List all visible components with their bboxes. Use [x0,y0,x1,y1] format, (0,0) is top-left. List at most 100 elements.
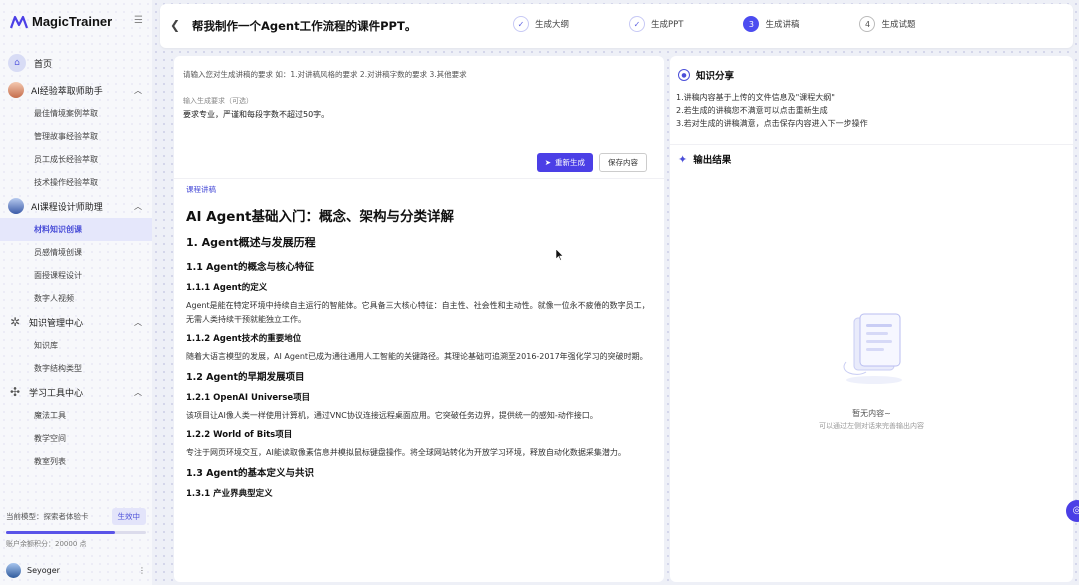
doc-heading: 1. Agent概述与发展历程 [186,236,316,249]
collapse-sidebar-icon[interactable]: ☰ [134,16,144,26]
doc-minor-heading: 1.1.1 Agent的定义 [186,283,268,293]
chevron-up-icon: ︿ [134,387,142,397]
sidebar-item[interactable]: 教室列表 [0,450,152,473]
sidebar-item[interactable]: 员工成长经验萃取 [0,148,152,171]
sidebar-item[interactable]: 魔法工具 [0,404,152,427]
knowledge-output-panel: ● 知识分享 1.讲稿内容基于上传的文件信息及"课程大纲" 2.若生成的讲稿您不… [670,56,1073,582]
doc-paragraph: 专注于网页环境交互，AI能读取像素信息并模拟鼠标键盘操作。将全球网站转化为开放学… [186,448,626,457]
knowledge-tips: 1.讲稿内容基于上传的文件信息及"课程大纲" 2.若生成的讲稿您不满意可以点击重… [676,91,868,130]
chevron-up-icon: ︿ [134,85,142,95]
regenerate-label: 重新生成 [555,158,585,167]
regenerate-button[interactable]: ➤ 重新生成 [536,153,593,172]
mode-status-button[interactable]: 生效中 [111,508,146,525]
knowledge-title: 知识分享 [696,71,735,82]
save-button[interactable]: 保存内容 [599,153,647,172]
sidebar-group-label: AI经验萃取师助手 [31,86,103,97]
editor-actions: ➤ 重新生成 保存内容 [536,153,647,172]
step-label: 生成讲稿 [765,20,800,30]
header: ❮ 帮我制作一个Agent工作流程的课件PPT。 ✓ 生成大纲 ✓ 生成PPT … [160,4,1073,48]
script-editor-card: 请输入您对生成讲稿的要求 如：1.对讲稿风格的要求 2.对讲稿字数的要求 3.其… [174,56,664,582]
send-icon: ➤ [544,158,551,167]
logo-icon [10,15,28,28]
doc-subheading: 1.2 Agent的早期发展项目 [186,372,305,383]
sidebar-item[interactable]: 数字结构类型 [0,357,152,380]
doc-paragraph: 该项目让AI像人类一样使用计算机，通过VNC协议连接远程桌面应用。它突破任务边界… [186,411,598,420]
sidebar-group-knowledge[interactable]: ✲ 知识管理中心 ︿ [0,310,152,334]
step-outline[interactable]: ✓ 生成大纲 [513,16,569,32]
user-name: Seyoger [27,566,60,575]
tip-item: 3.若对生成的讲稿满意，点击保存内容进入下一步操作 [676,119,868,128]
doc-paragraph: 随着大语言模型的发展，AI Agent已成为通往通用人工智能的关键路径。其理论基… [186,352,648,361]
requirements-input[interactable]: 输入生成要求（可选） 要求专业，严谨和每段字数不超过50字。 [183,96,655,194]
chevron-up-icon: ︿ [134,317,142,327]
knowledge-header: ● 知识分享 [678,68,734,82]
sidebar-item[interactable]: 技术操作经验萃取 [0,171,152,194]
divider [670,144,1073,145]
check-icon: ✓ [629,16,646,32]
course-avatar-icon [8,198,24,214]
sidebar-group-experience[interactable]: AI经验萃取师助手 ︿ [0,78,152,102]
back-arrow-icon[interactable]: ❮ [170,18,184,32]
chevron-up-icon: ︿ [134,201,142,211]
script-document: 课程讲稿 AI Agent基础入门：概念、架构与分类详解 1. Agent概述与… [186,184,654,505]
mode-row: 当前模型：探索者体验卡 生效中 [6,508,146,525]
more-vertical-icon[interactable]: ⋮ [138,566,146,575]
sidebar-nav: ⌂ 首页 AI经验萃取师助手 ︿ 最佳情境案例萃取 管理故事经验萃取 员工成长经… [0,50,152,473]
step-label: 生成大纲 [535,20,570,30]
sidebar-item-label: 首页 [34,59,53,70]
app-name: MagicTrainer [32,14,113,29]
doc-minor-heading: 1.2.2 World of Bits项目 [186,430,293,440]
divider [174,178,664,179]
sidebar-item[interactable]: 教学空间 [0,427,152,450]
step-ppt[interactable]: ✓ 生成PPT [629,16,683,32]
step-label: 生成试题 [881,20,916,30]
sidebar-item[interactable]: 管理故事经验萃取 [0,125,152,148]
doc-paragraph: Agent是能在特定环境中持续自主运行的智能体。它具备三大核心特征：自主性、社会… [186,301,650,324]
output-header: ✦ 输出结果 [678,152,732,167]
step-quiz[interactable]: 4 生成试题 [859,16,916,32]
sidebar-group-course-design[interactable]: AI课程设计师助理 ︿ [0,194,152,218]
input-value[interactable]: 要求专业，严谨和每段字数不超过50字。 [183,109,655,120]
doc-minor-heading: 1.2.1 OpenAI Universe项目 [186,393,311,403]
sidebar-item[interactable]: 知识库 [0,334,152,357]
sidebar-item[interactable]: 员感情境创课 [0,241,152,264]
step-script[interactable]: 3 生成讲稿 [743,16,799,32]
doc-minor-heading: 1.3.1 产业界典型定义 [186,489,273,499]
stepper: ✓ 生成大纲 ✓ 生成PPT 3 生成讲稿 4 生成试题 [513,16,976,32]
mode-text: 当前模型：探索者体验卡 [6,512,89,521]
sidebar: MagicTrainer ☰ ⌂ 首页 AI经验萃取师助手 ︿ 最佳情境案例萃取… [0,0,152,585]
sidebar-group-label: 知识管理中心 [29,318,84,329]
sidebar-item[interactable]: 最佳情境案例萃取 [0,102,152,125]
sidebar-item[interactable]: 数字人视频 [0,287,152,310]
sidebar-item-home[interactable]: ⌂ 首页 [0,50,152,76]
step-label: 生成PPT [651,20,684,30]
tip-item: 1.讲稿内容基于上传的文件信息及"课程大纲" [676,93,835,102]
sidebar-group-label: AI课程设计师助理 [31,202,103,213]
tip-item: 2.若生成的讲稿您不满意可以点击重新生成 [676,106,828,115]
mouse-cursor-icon [556,249,564,261]
sidebar-item[interactable]: 面授课程设计 [0,264,152,287]
usage-progress-bar [6,531,146,534]
empty-state-subtitle: 可以通过左侧对话来完善输出内容 [819,422,924,430]
sparkle-icon: ✦ [678,152,688,166]
doc-minor-heading: 1.1.2 Agent技术的重要地位 [186,334,302,344]
page-title: 帮我制作一个Agent工作流程的课件PPT。 [192,19,417,33]
doc-subheading: 1.1 Agent的概念与核心特征 [186,262,315,273]
sidebar-footer: 当前模型：探索者体验卡 生效中 账户余额积分：20000 点 [6,508,146,549]
avatar [6,563,21,578]
points-text: 账户余额积分：20000 点 [6,540,87,548]
sidebar-group-tools[interactable]: ✣ 学习工具中心 ︿ [0,380,152,404]
step-number: 4 [859,16,876,32]
home-icon: ⌂ [8,54,26,72]
output-title: 输出结果 [693,155,732,166]
knowledge-share-icon: ● [678,69,690,81]
logo[interactable]: MagicTrainer [10,14,112,29]
tools-icon: ✣ [9,385,21,399]
sidebar-item-active[interactable]: 材料知识创课 [0,218,152,241]
experience-avatar-icon [8,82,24,98]
doc-title: AI Agent基础入门：概念、架构与分类详解 [186,209,455,225]
sidebar-group-label: 学习工具中心 [29,388,84,399]
knowledge-icon: ✲ [9,315,21,329]
user-row[interactable]: Seyoger ⋮ [6,563,146,578]
requirements-hint: 请输入您对生成讲稿的要求 如：1.对讲稿风格的要求 2.对讲稿字数的要求 3.其… [183,70,467,79]
